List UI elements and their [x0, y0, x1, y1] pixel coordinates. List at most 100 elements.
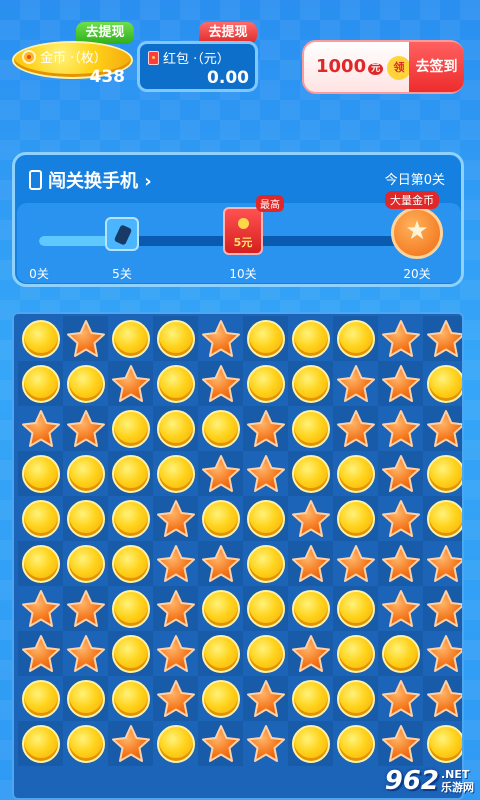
- board-cell[interactable]: [333, 721, 378, 766]
- board-cell[interactable]: [63, 316, 108, 361]
- board-cell[interactable]: [63, 451, 108, 496]
- board-cell[interactable]: [333, 451, 378, 496]
- board-cell[interactable]: [153, 451, 198, 496]
- board-cell[interactable]: [63, 631, 108, 676]
- board-cell[interactable]: [423, 406, 462, 451]
- board-cell[interactable]: [63, 496, 108, 541]
- board-cell[interactable]: [423, 316, 462, 361]
- board-cell[interactable]: [378, 496, 423, 541]
- board-cell[interactable]: [243, 496, 288, 541]
- board-cell[interactable]: [63, 586, 108, 631]
- board-cell[interactable]: [288, 721, 333, 766]
- board-cell[interactable]: [18, 721, 63, 766]
- board-cell[interactable]: [153, 541, 198, 586]
- board-cell[interactable]: [288, 451, 333, 496]
- board-cell[interactable]: [243, 631, 288, 676]
- board-cell[interactable]: [243, 541, 288, 586]
- board-cell[interactable]: [198, 541, 243, 586]
- star-coin-reward[interactable]: [391, 207, 443, 259]
- board-cell[interactable]: [198, 361, 243, 406]
- board-cell[interactable]: [18, 586, 63, 631]
- board-cell[interactable]: [333, 631, 378, 676]
- board-cell[interactable]: [18, 316, 63, 361]
- board-cell[interactable]: [108, 676, 153, 721]
- board-cell[interactable]: [423, 361, 462, 406]
- board-cell[interactable]: [153, 406, 198, 451]
- board-cell[interactable]: [423, 451, 462, 496]
- board-cell[interactable]: [288, 316, 333, 361]
- board-cell[interactable]: [198, 451, 243, 496]
- board-cell[interactable]: [378, 541, 423, 586]
- board-cell[interactable]: [198, 721, 243, 766]
- board-cell[interactable]: [333, 676, 378, 721]
- board-cell[interactable]: [18, 406, 63, 451]
- board-cell[interactable]: [423, 541, 462, 586]
- board-cell[interactable]: [423, 631, 462, 676]
- level-panel-title[interactable]: 闯关换手机 ›: [29, 167, 152, 193]
- board-cell[interactable]: [288, 631, 333, 676]
- board-cell[interactable]: [243, 721, 288, 766]
- board-cell[interactable]: [333, 406, 378, 451]
- board-cell[interactable]: [153, 316, 198, 361]
- board-cell[interactable]: [333, 541, 378, 586]
- board-cell[interactable]: [423, 676, 462, 721]
- board-cell[interactable]: [108, 541, 153, 586]
- board-cell[interactable]: [378, 406, 423, 451]
- board-cell[interactable]: [288, 541, 333, 586]
- board-cell[interactable]: [378, 586, 423, 631]
- board-cell[interactable]: [153, 586, 198, 631]
- board-cell[interactable]: [243, 451, 288, 496]
- board-cell[interactable]: [18, 676, 63, 721]
- board-cell[interactable]: [333, 586, 378, 631]
- board-cell[interactable]: [18, 541, 63, 586]
- board-cell[interactable]: [18, 361, 63, 406]
- board-cell[interactable]: [243, 316, 288, 361]
- board-cell[interactable]: [108, 631, 153, 676]
- board-cell[interactable]: [63, 721, 108, 766]
- board-cell[interactable]: [378, 676, 423, 721]
- board-cell[interactable]: [243, 406, 288, 451]
- board-cell[interactable]: [423, 586, 462, 631]
- board-cell[interactable]: [333, 316, 378, 361]
- board-cell[interactable]: [153, 496, 198, 541]
- sign-in-button[interactable]: 1000 元 领 去签到: [302, 40, 464, 94]
- board-cell[interactable]: [108, 451, 153, 496]
- board-cell[interactable]: [63, 406, 108, 451]
- board-cell[interactable]: [63, 361, 108, 406]
- board-cell[interactable]: [378, 631, 423, 676]
- board-cell[interactable]: [108, 586, 153, 631]
- board-cell[interactable]: [153, 361, 198, 406]
- board-cell[interactable]: [288, 676, 333, 721]
- board-cell[interactable]: [63, 676, 108, 721]
- board-cell[interactable]: [153, 721, 198, 766]
- board-cell[interactable]: [198, 496, 243, 541]
- board-cell[interactable]: [243, 361, 288, 406]
- board-cell[interactable]: [153, 676, 198, 721]
- board-cell[interactable]: [18, 496, 63, 541]
- board-cell[interactable]: [108, 316, 153, 361]
- board-cell[interactable]: [243, 676, 288, 721]
- board-cell[interactable]: [288, 496, 333, 541]
- board-cell[interactable]: [243, 586, 288, 631]
- board-cell[interactable]: [378, 316, 423, 361]
- board-cell[interactable]: [198, 586, 243, 631]
- board-cell[interactable]: [108, 496, 153, 541]
- board-cell[interactable]: [108, 361, 153, 406]
- board-cell[interactable]: [288, 406, 333, 451]
- board-cell[interactable]: [108, 406, 153, 451]
- board-cell[interactable]: [333, 496, 378, 541]
- board-cell[interactable]: [63, 541, 108, 586]
- board-cell[interactable]: [423, 721, 462, 766]
- board-cell[interactable]: [288, 586, 333, 631]
- board-cell[interactable]: [378, 451, 423, 496]
- board-cell[interactable]: [288, 361, 333, 406]
- board-cell[interactable]: [198, 406, 243, 451]
- board-cell[interactable]: [378, 361, 423, 406]
- board-cell[interactable]: [198, 676, 243, 721]
- red-envelope-reward[interactable]: 5元: [223, 207, 263, 255]
- board-cell[interactable]: [423, 496, 462, 541]
- board-cell[interactable]: [108, 721, 153, 766]
- board-cell[interactable]: [333, 361, 378, 406]
- board-cell[interactable]: [153, 631, 198, 676]
- board-cell[interactable]: [198, 631, 243, 676]
